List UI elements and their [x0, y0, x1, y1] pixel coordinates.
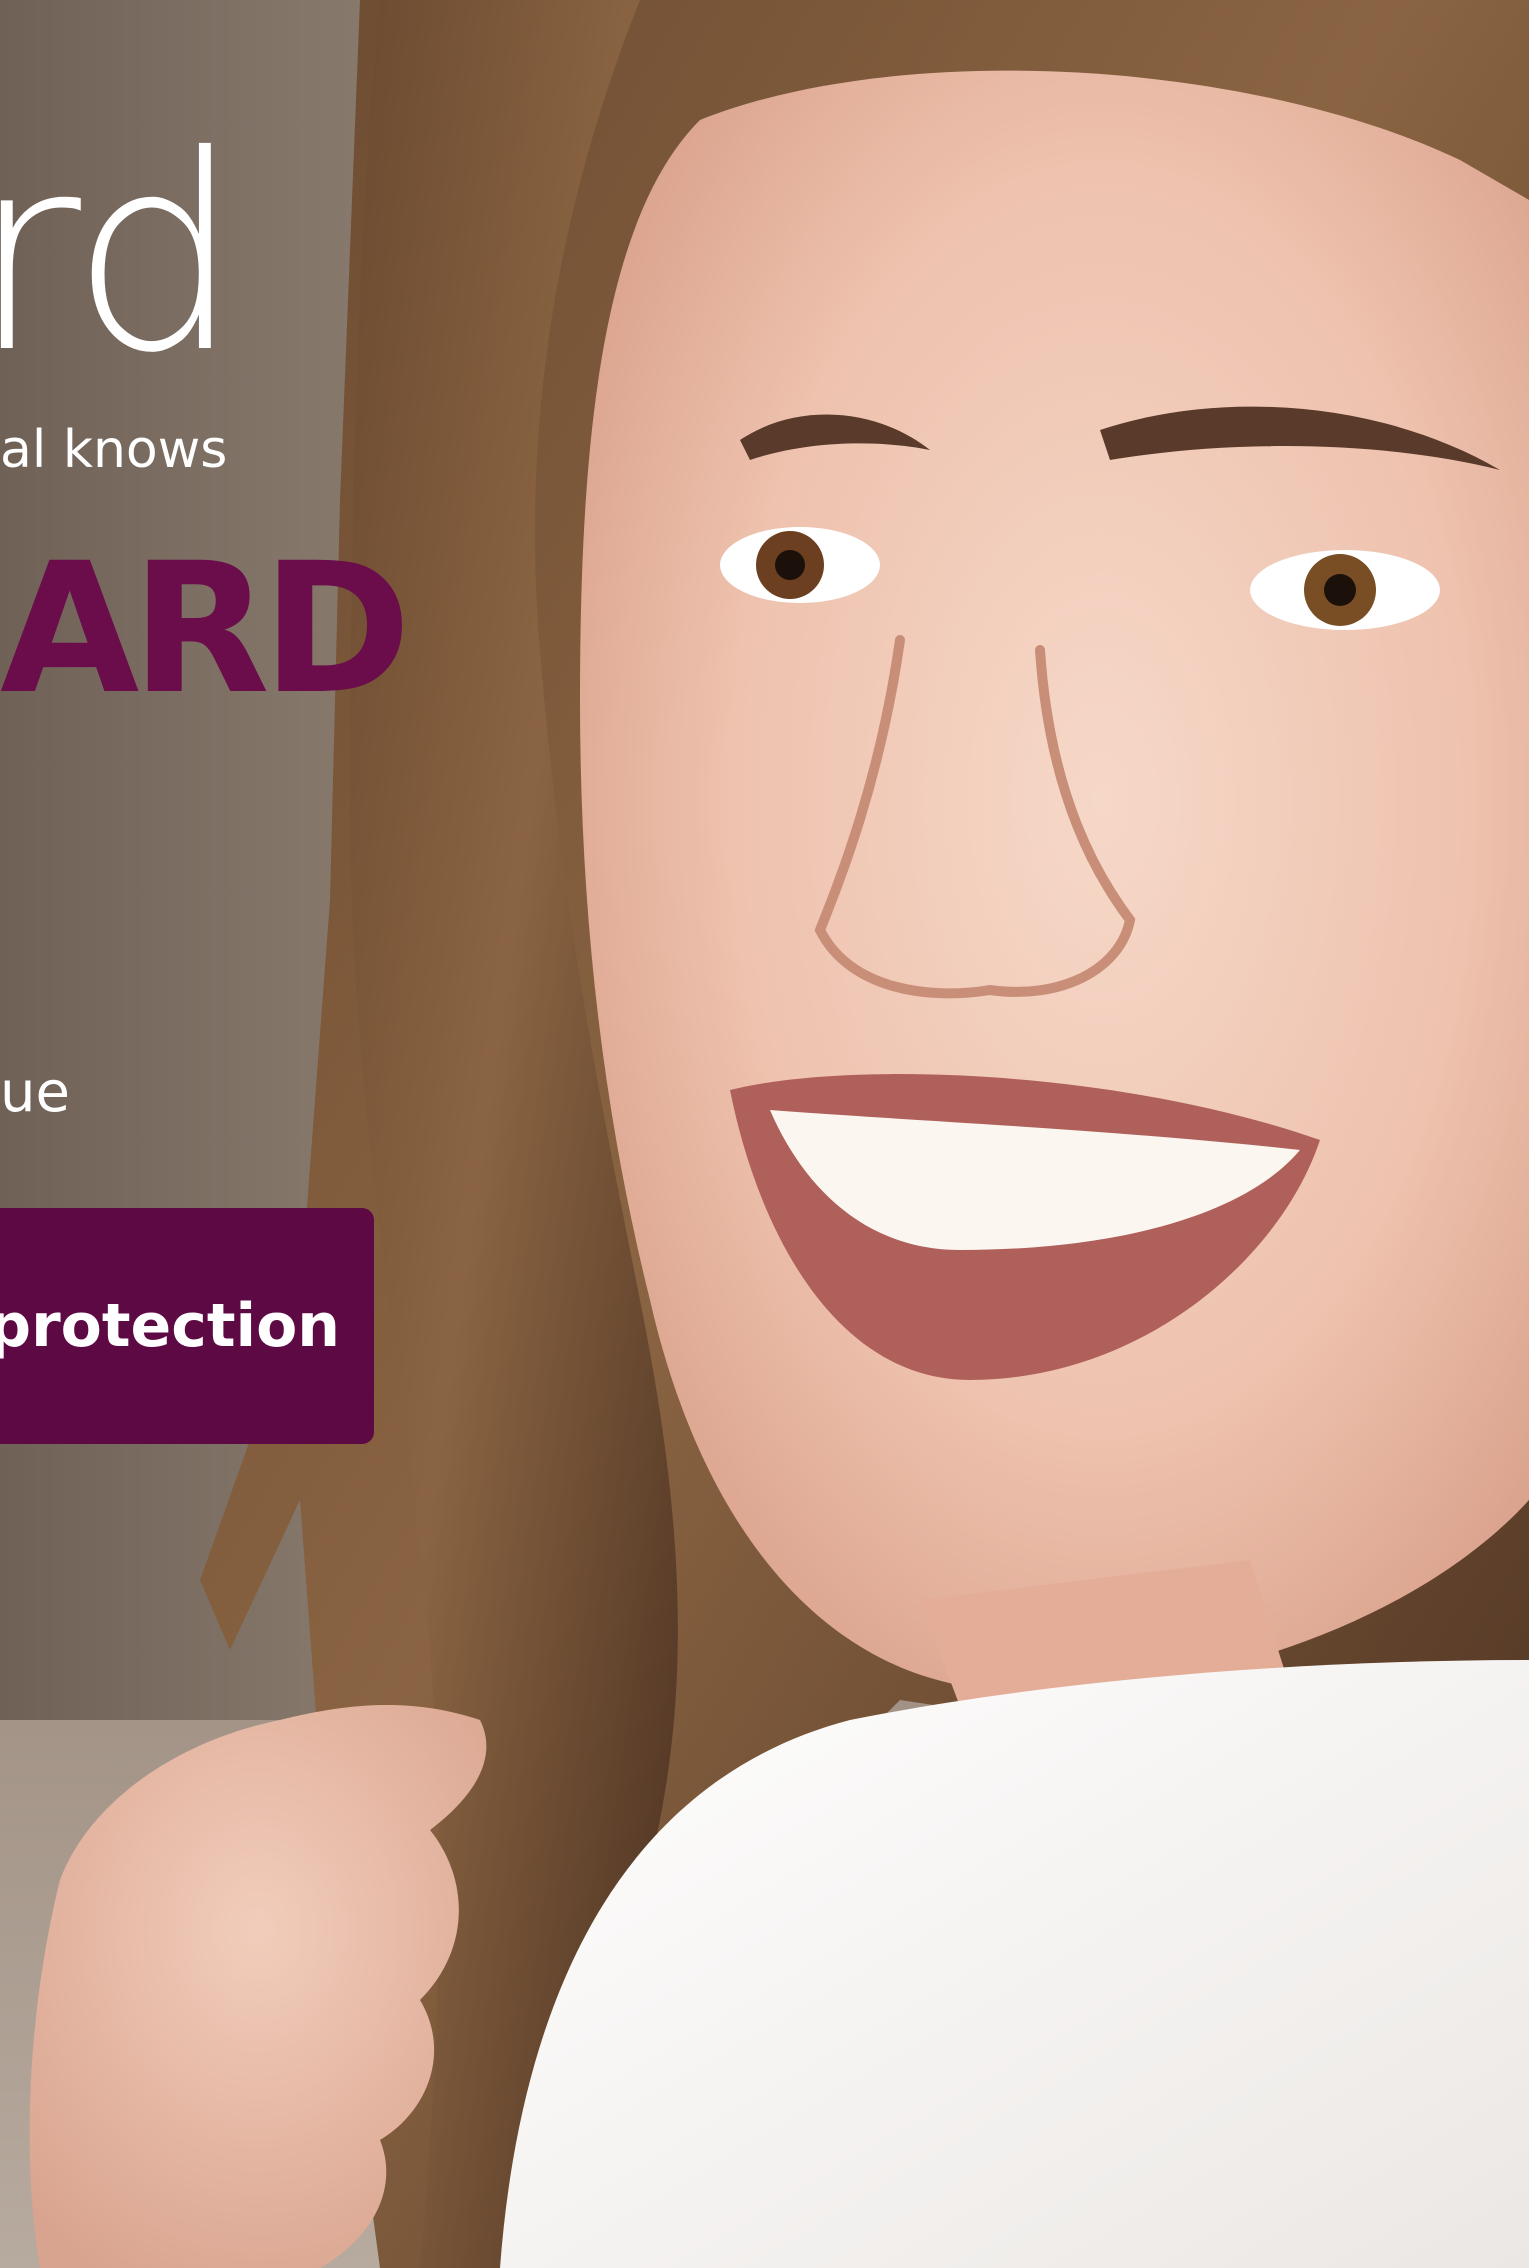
- product-name: ARD: [0, 525, 411, 734]
- face: [580, 70, 1529, 1691]
- cta-protection-button[interactable]: e protection: [0, 1208, 374, 1444]
- hero-banner: rd al knows ARD ue e protection: [0, 0, 1529, 2268]
- brand-logo-text: rd: [0, 97, 242, 412]
- cta-protection-label: e protection: [0, 1291, 340, 1361]
- hero-body-text: ue: [0, 1060, 70, 1125]
- brand-tagline: al knows: [0, 420, 228, 480]
